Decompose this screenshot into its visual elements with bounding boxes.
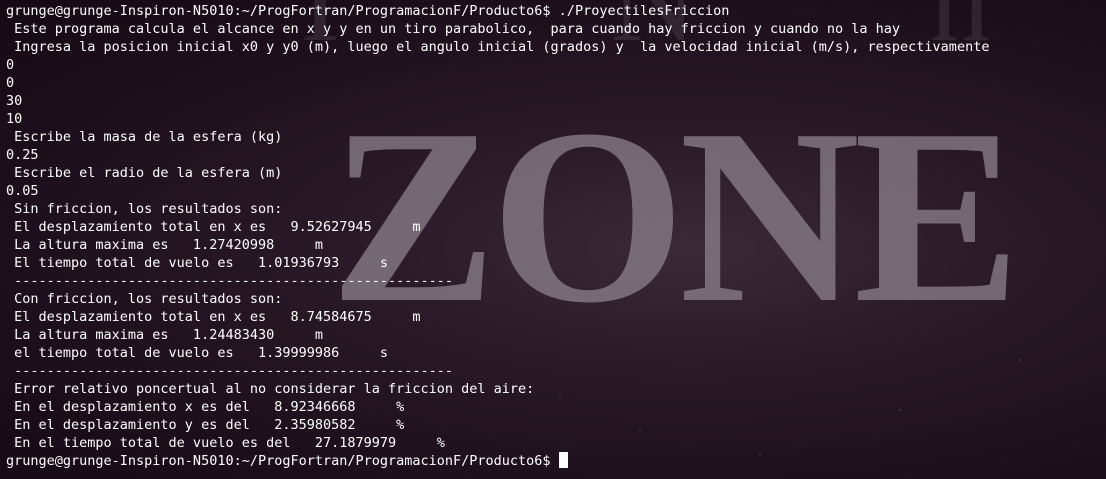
- shell-prompt: grunge@grunge-Inspiron-N5010:~/ProgFortr…: [6, 453, 559, 469]
- terminal-output: grunge@grunge-Inspiron-N5010:~/ProgFortr…: [0, 0, 1106, 470]
- terminal-line: En el desplazamiento y es del 2.35980582…: [6, 417, 405, 433]
- terminal-line: La altura maxima es 1.24483430 m: [6, 327, 323, 343]
- terminal-line: ----------------------------------------…: [6, 273, 454, 289]
- terminal-window[interactable]: I N n ZONE grunge@grunge-Inspiron-N5010:…: [0, 0, 1106, 479]
- terminal-line: Sin friccion, los resultados son:: [6, 201, 283, 217]
- terminal-line: La altura maxima es 1.27420998 m: [6, 237, 323, 253]
- terminal-line: Escribe el radio de la esfera (m): [6, 165, 283, 181]
- terminal-line: Escribe la masa de la esfera (kg): [6, 129, 283, 145]
- terminal-line: El tiempo total de vuelo es 1.01936793 s: [6, 255, 389, 271]
- terminal-line: El desplazamiento total en x es 9.526279…: [6, 219, 421, 235]
- text-cursor[interactable]: [558, 452, 568, 468]
- terminal-line: 30: [6, 93, 23, 109]
- terminal-line: grunge@grunge-Inspiron-N5010:~/ProgFortr…: [6, 3, 730, 19]
- terminal-line: En el tiempo total de vuelo es del 27.18…: [6, 435, 445, 451]
- terminal-line: Con friccion, los resultados son:: [6, 291, 283, 307]
- terminal-line: El desplazamiento total en x es 8.745846…: [6, 309, 421, 325]
- terminal-line: 0.25: [6, 147, 39, 163]
- terminal-line: 0: [6, 75, 15, 91]
- prompt-line[interactable]: grunge@grunge-Inspiron-N5010:~/ProgFortr…: [6, 452, 1106, 470]
- terminal-line: En el desplazamiento x es del 8.92346668…: [6, 399, 405, 415]
- terminal-line: Este programa calcula el alcance en x y …: [6, 21, 901, 37]
- terminal-line: Error relativo poncertual al no consider…: [6, 381, 535, 397]
- terminal-line: 0.05: [6, 183, 39, 199]
- terminal-line: 0: [6, 57, 15, 73]
- terminal-line: ----------------------------------------…: [6, 363, 454, 379]
- terminal-line: Ingresa la posicion inicial x0 y y0 (m),…: [6, 39, 990, 55]
- terminal-line: el tiempo total de vuelo es 1.39999986 s: [6, 345, 389, 361]
- terminal-line: 10: [6, 111, 23, 127]
